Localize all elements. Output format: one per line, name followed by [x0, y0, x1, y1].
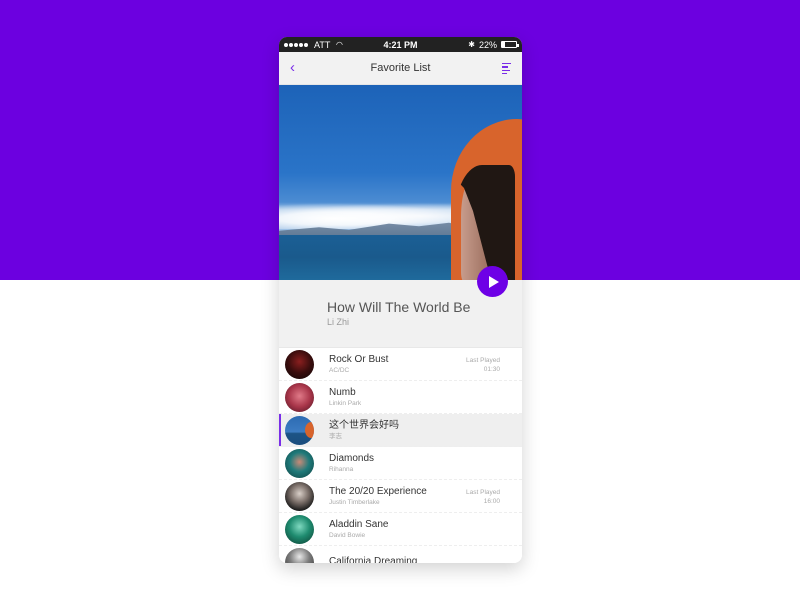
- phone-frame: ATT ◠ 4:21 PM ✱ 22% ‹ Favorite List How …: [279, 37, 522, 563]
- last-played-time: 01:30: [483, 366, 500, 373]
- avatar: [285, 349, 314, 379]
- bluetooth-icon: ✱: [468, 40, 475, 49]
- song-title: Diamonds: [329, 452, 375, 464]
- back-icon[interactable]: ‹: [290, 60, 295, 75]
- last-played-time: 16:00: [483, 498, 500, 505]
- play-button[interactable]: [477, 266, 508, 297]
- song-artist: Linkin Park: [329, 399, 362, 407]
- wifi-icon: ◠: [336, 40, 343, 49]
- page-title: Favorite List: [370, 62, 431, 74]
- list-item[interactable]: California Dreaming: [279, 546, 522, 563]
- carrier-label: ATT: [314, 39, 331, 50]
- battery-fill: [502, 42, 506, 47]
- song-artist: David Bowie: [329, 531, 366, 539]
- song-title: Numb: [329, 386, 356, 398]
- album-cover-image: [279, 85, 522, 280]
- battery-icon: [501, 41, 519, 48]
- last-played-label: Last Played: [466, 357, 500, 364]
- nav-bar: ‹ Favorite List: [279, 52, 522, 85]
- list-item[interactable]: Rock Or Bust AC/DC Last Played 01:30: [279, 348, 522, 381]
- now-playing-title: How Will The World Be: [327, 299, 471, 315]
- avatar: [285, 415, 314, 445]
- avatar: [285, 547, 314, 563]
- song-artist: Rihanna: [329, 465, 354, 473]
- status-bar: ATT ◠ 4:21 PM ✱ 22%: [279, 37, 522, 52]
- last-played-label: Last Played: [466, 489, 500, 496]
- last-played: Last Played 16:00: [466, 488, 500, 506]
- list-item[interactable]: Numb Linkin Park: [279, 381, 522, 414]
- avatar: [285, 481, 314, 511]
- list-item[interactable]: Diamonds Rihanna: [279, 447, 522, 480]
- list-item[interactable]: Aladdin Sane David Bowie: [279, 513, 522, 546]
- avatar: [285, 382, 314, 412]
- avatar: [285, 448, 314, 478]
- battery-percent: 22%: [478, 39, 497, 50]
- last-played: Last Played 01:30: [466, 356, 500, 374]
- now-playing-artist: Li Zhi: [327, 317, 350, 327]
- signal-dots-icon: [284, 42, 308, 47]
- song-title: California Dreaming: [329, 556, 418, 563]
- song-artist: 李志: [329, 432, 342, 440]
- song-title: 这个世界会好吗: [329, 419, 399, 431]
- song-title: Aladdin Sane: [329, 518, 389, 530]
- list-item[interactable]: 这个世界会好吗 李志: [279, 414, 522, 447]
- avatar: [285, 514, 314, 544]
- song-list: Rock Or Bust AC/DC Last Played 01:30 Num…: [279, 347, 522, 563]
- play-icon: [489, 275, 499, 288]
- menu-lines-icon[interactable]: [502, 63, 511, 74]
- list-item[interactable]: The 20/20 Experience Justin Timberlake L…: [279, 480, 522, 513]
